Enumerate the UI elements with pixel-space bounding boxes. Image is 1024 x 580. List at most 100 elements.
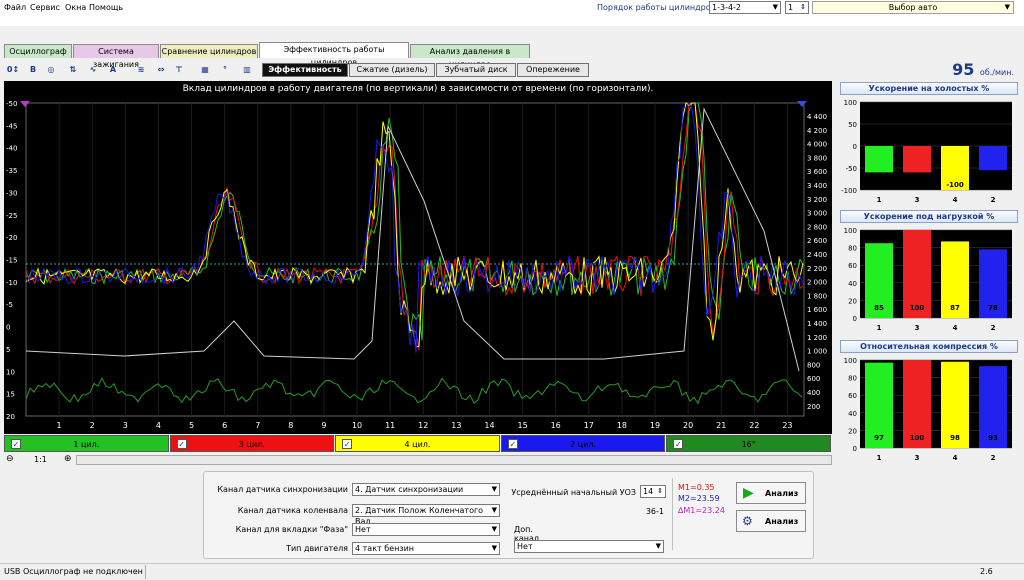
- spin-icon: ⇕: [800, 3, 806, 11]
- bar-y-tick-label: 60: [848, 262, 857, 270]
- auto-select[interactable]: Выбор авто ▼: [812, 1, 1014, 14]
- tab-oscilloscope[interactable]: Осциллограф: [4, 44, 72, 58]
- bar-y-tick-label: 0: [853, 445, 857, 453]
- zoom-in-icon[interactable]: ⊕: [64, 454, 72, 464]
- bar-value-label: 78: [988, 304, 998, 312]
- menu-help[interactable]: Помощь: [89, 3, 123, 12]
- x-tick-label: 17: [584, 421, 594, 430]
- status-bar: USB Осциллограф не подключен 2.6: [0, 563, 1024, 580]
- legend-item[interactable]: ✓ 3 цил.: [169, 435, 335, 452]
- left-marker-icon[interactable]: [20, 101, 30, 107]
- bar-y-tick-label: 100: [844, 357, 857, 365]
- main-graph[interactable]: Вклад цилиндров в работу двигателя (по в…: [4, 81, 832, 434]
- auto-select-label: Выбор авто: [888, 3, 938, 12]
- sync-select[interactable]: 4. Датчик синхронизации ▼: [352, 483, 500, 496]
- y-left-tick-label: -5: [6, 301, 13, 309]
- subtab-advance[interactable]: Опережение: [517, 63, 589, 77]
- legend-checkbox[interactable]: ✓: [342, 439, 353, 449]
- right-marker-icon[interactable]: [797, 101, 807, 107]
- bar-category-label: 2: [991, 196, 996, 204]
- tab-cylinder-efficiency[interactable]: Эффективность работы цилиндров: [259, 42, 409, 67]
- x-tick-label: 14: [484, 421, 494, 430]
- legend-item[interactable]: ✓ 2 цил.: [500, 435, 666, 452]
- x-tick-label: 4: [156, 421, 161, 430]
- engine-select[interactable]: 4 такт бензин ▼: [352, 542, 500, 555]
- alg-icon[interactable]: A: [106, 63, 120, 77]
- cyl-order-label: Порядок работы цилиндров: [597, 3, 716, 12]
- menu-file[interactable]: Файл: [4, 3, 26, 12]
- y-right-tick-label: 3 000: [807, 210, 827, 218]
- y-left-tick-label: -35: [6, 167, 17, 175]
- subtab-efficiency[interactable]: Эффективность: [262, 63, 348, 77]
- text-icon[interactable]: ⊤: [172, 63, 186, 77]
- legend-checkbox[interactable]: ✓: [673, 439, 684, 449]
- rpm-icon[interactable]: ◎: [44, 63, 58, 77]
- tab-cylinder-compare[interactable]: Сравнение цилиндров: [160, 44, 258, 58]
- bar: [979, 146, 1007, 171]
- uoz-label: Усреднённый начальный УОЗ: [511, 488, 636, 497]
- phase-value: Нет: [355, 525, 371, 534]
- legend-checkbox[interactable]: ✓: [507, 439, 518, 449]
- analyze-engine-button[interactable]: ⚙ Анализ: [736, 510, 806, 532]
- phase-select[interactable]: Нет ▼: [352, 523, 500, 536]
- tab-pressure-analysis[interactable]: Анализ давления в цилиндре: [410, 44, 530, 69]
- bar-y-tick-label: 20: [848, 297, 857, 305]
- bar-y-tick-label: 100: [844, 227, 857, 235]
- bar-y-tick-label: 60: [848, 392, 857, 400]
- chevron-down-icon: ▼: [491, 506, 497, 514]
- uoz-stepper[interactable]: 14 ⇕: [640, 485, 666, 498]
- analyze-button[interactable]: ▶ Анализ: [736, 482, 806, 504]
- bar-category-label: 1: [877, 196, 882, 204]
- zoom-icon[interactable]: ⇔: [154, 63, 168, 77]
- extra-select[interactable]: Нет ▼: [514, 540, 664, 553]
- zoom-out-icon[interactable]: ⊖: [6, 454, 14, 464]
- legend-item[interactable]: ✓ 16°: [666, 435, 831, 452]
- y-left-tick-label: 5: [6, 346, 10, 354]
- filter-icon[interactable]: ≋: [134, 63, 148, 77]
- scale-icon[interactable]: ⇅: [66, 63, 80, 77]
- bars-icon[interactable]: ▦: [198, 63, 212, 77]
- m1-readout: M1=0.35: [678, 483, 715, 492]
- sync-value: 4. Датчик синхронизации: [355, 485, 464, 494]
- bar-chart: 100 80 60 40 20 0 97 1 100 3 98 4 93 2: [844, 357, 1012, 462]
- x-tick-label: 7: [255, 421, 260, 430]
- y-left-tick-label: -15: [6, 257, 17, 265]
- y-left-tick-label: 20: [6, 413, 15, 421]
- legend-checkbox[interactable]: ✓: [176, 439, 187, 449]
- rpm-value: 95: [952, 60, 975, 79]
- marker-icon[interactable]: 0↕: [6, 63, 20, 77]
- bar-category-label: 1: [877, 454, 882, 462]
- x-tick-label: 22: [749, 421, 759, 430]
- bar-y-tick-label: 80: [848, 245, 857, 253]
- legend-checkbox[interactable]: ✓: [11, 439, 21, 449]
- tab-ignition[interactable]: Система зажигания: [73, 44, 159, 69]
- extra-value: Нет: [517, 542, 533, 551]
- x-tick-label: 21: [716, 421, 726, 430]
- x-tick-label: 2: [90, 421, 95, 430]
- legend-item[interactable]: ✓ 1 цил.: [4, 435, 169, 452]
- cyl-number-value: 1: [788, 3, 794, 12]
- h-scrollbar[interactable]: [76, 455, 832, 465]
- y-right-tick-label: 1 200: [807, 334, 827, 342]
- x-tick-label: 16: [551, 421, 561, 430]
- degree-icon[interactable]: °: [218, 63, 232, 77]
- cyl-number-stepper[interactable]: 1 ⇕: [785, 1, 809, 14]
- bar-category-label: 2: [991, 454, 996, 462]
- y-left-tick-label: -10: [6, 279, 17, 287]
- cyl-order-select[interactable]: 1-3-4-2 ▼: [709, 1, 781, 14]
- crank-select[interactable]: 2. Датчик Полож Коленчатого Вал ▼: [352, 504, 500, 526]
- bold-b-icon[interactable]: B: [26, 63, 40, 77]
- x-tick-label: 23: [782, 421, 792, 430]
- wave-icon[interactable]: ∿: [86, 63, 100, 77]
- y-left-tick-label: -30: [6, 189, 17, 197]
- subtab-tooth-disk[interactable]: Зубчатый диск: [436, 63, 516, 77]
- menu-windows[interactable]: Окна: [65, 3, 86, 12]
- chart-icon[interactable]: ▥: [240, 63, 254, 77]
- legend-item[interactable]: ✓ 4 цил.: [335, 435, 500, 452]
- menu-service[interactable]: Сервис: [30, 3, 60, 12]
- y-right-tick-label: 3 200: [807, 196, 827, 204]
- bar-value-label: 97: [874, 434, 884, 442]
- bar-y-tick-label: -100: [841, 187, 857, 195]
- settings-panel: Канал датчика синхронизации 4. Датчик си…: [203, 471, 814, 559]
- subtab-compression[interactable]: Сжатие (дизель): [349, 63, 435, 77]
